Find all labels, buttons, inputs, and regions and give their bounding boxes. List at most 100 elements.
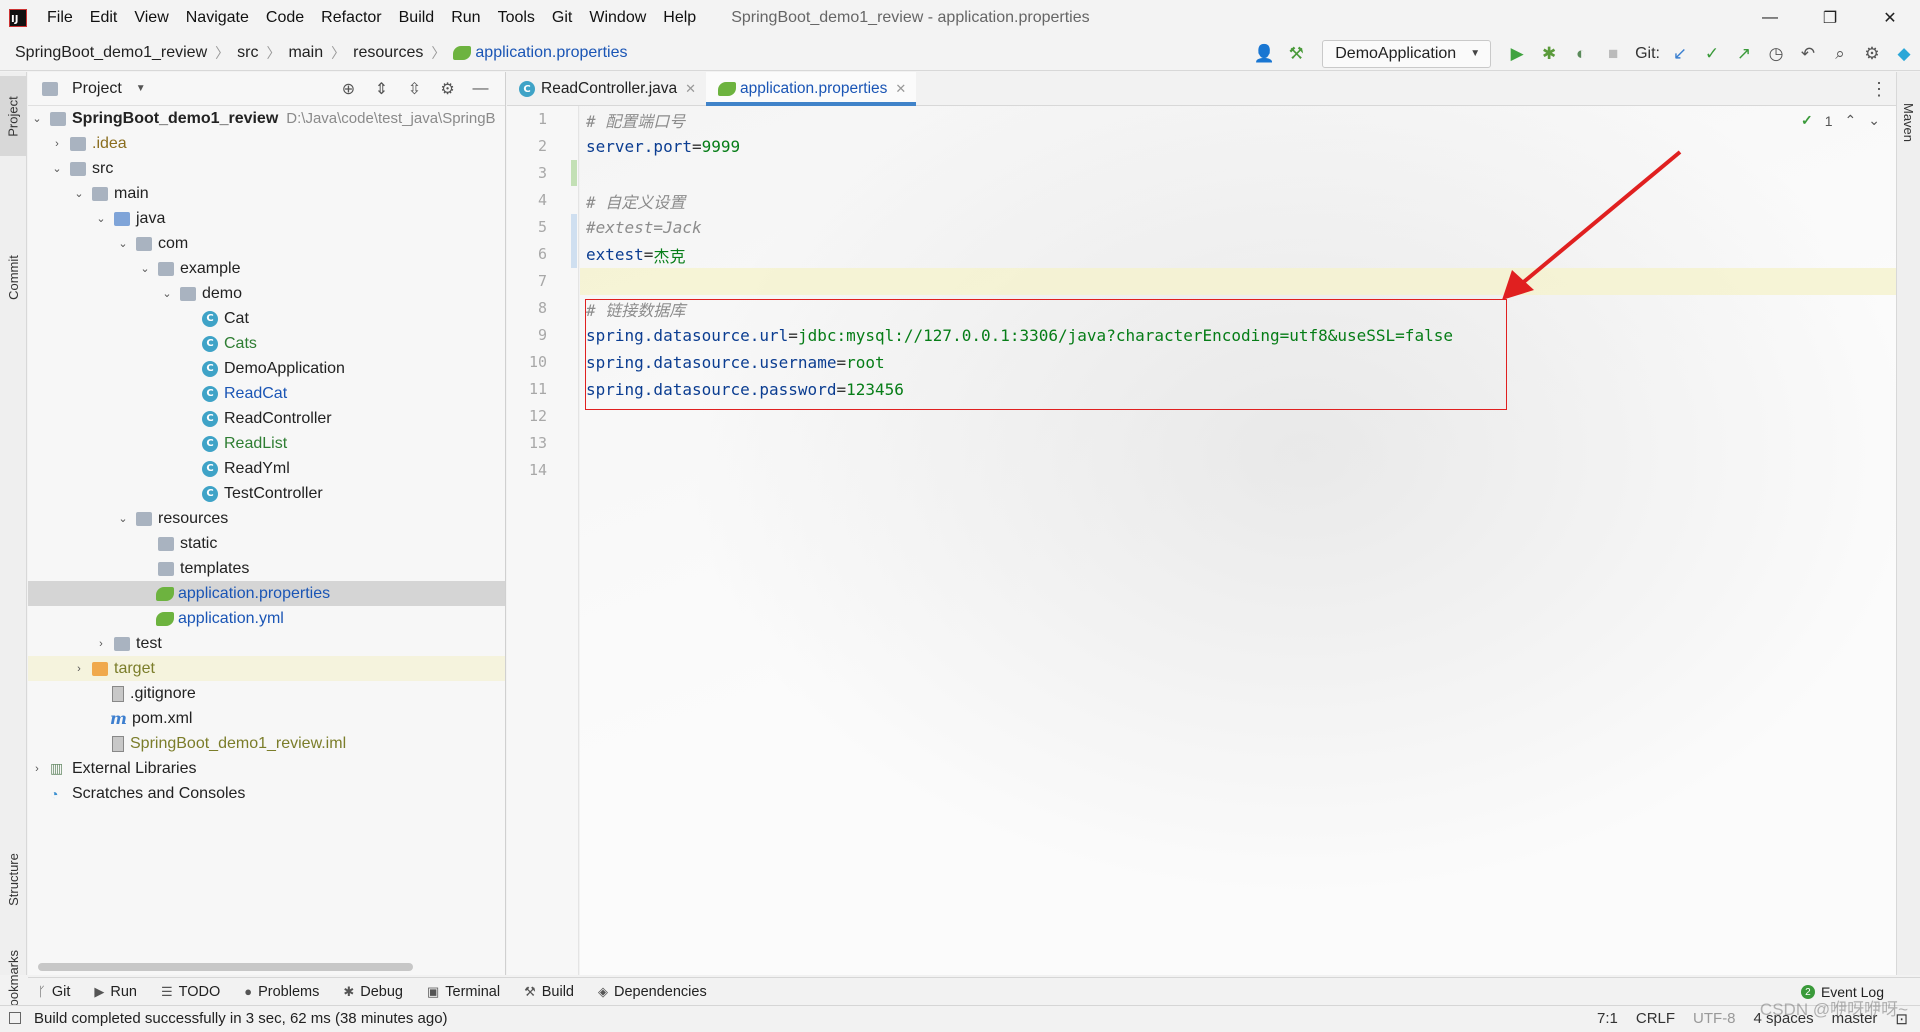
restore-button[interactable]: ❐ (1800, 0, 1860, 36)
menu-navigate[interactable]: Navigate (178, 0, 258, 36)
minimize-button[interactable]: — (1740, 0, 1800, 36)
menu-refactor[interactable]: Refactor (313, 0, 390, 36)
chevron-down-icon[interactable]: ⌄ (1868, 112, 1880, 129)
chevron-down-icon[interactable]: ⌄ (116, 237, 130, 250)
git-update-icon[interactable]: ↙ (1664, 38, 1696, 70)
tool-debug[interactable]: ✱ Debug (343, 984, 403, 1000)
menu-build[interactable]: Build (391, 0, 444, 36)
chevron-down-icon[interactable]: ⌄ (72, 187, 86, 200)
run-configuration-select[interactable]: DemoApplication ▼ (1322, 39, 1492, 68)
tree-node[interactable]: › .idea (28, 131, 505, 156)
menu-view[interactable]: View (126, 0, 177, 36)
tree-node[interactable]: C ReadCat (28, 381, 505, 406)
menu-window[interactable]: Window (581, 0, 655, 36)
toggle-tool-windows-icon[interactable] (9, 1012, 21, 1024)
chevron-right-icon[interactable]: › (50, 138, 64, 150)
close-window-button[interactable]: ✕ (1860, 0, 1920, 36)
tree-node[interactable]: › target (28, 656, 505, 681)
stop-icon[interactable]: ■ (1597, 38, 1629, 70)
code-line-1[interactable]: # 配置端口号 (586, 106, 685, 133)
menu-help[interactable]: Help (655, 0, 705, 36)
menu-git[interactable]: Git (544, 0, 581, 36)
caret-position[interactable]: 7:1 (1597, 1010, 1618, 1027)
code-line-2[interactable]: server.port = 9999 (586, 133, 740, 160)
tool-todo[interactable]: ☰ TODO (161, 984, 220, 1000)
chevron-down-icon[interactable]: ⌄ (160, 287, 174, 300)
tree-node[interactable]: ◔ Scratches and Consoles (28, 781, 505, 806)
tool-terminal[interactable]: ▣ Terminal (427, 984, 500, 1000)
tree-node[interactable]: ⌄ java (28, 206, 505, 231)
chevron-right-icon[interactable]: › (30, 763, 44, 775)
chevron-down-icon[interactable]: ⌄ (94, 212, 108, 225)
horizontal-scrollbar[interactable] (38, 963, 413, 971)
user-icon[interactable]: 👤 (1248, 38, 1280, 70)
project-panel-title[interactable]: Project (72, 80, 122, 98)
rollback-icon[interactable]: ↶ (1792, 38, 1824, 70)
tree-node[interactable]: ⌄ resources (28, 506, 505, 531)
tree-node[interactable]: templates (28, 556, 505, 581)
tree-node[interactable]: › test (28, 631, 505, 656)
locate-target-icon[interactable]: ⊕ (334, 73, 363, 105)
chevron-down-icon[interactable]: ⌄ (116, 512, 130, 525)
code-line-4[interactable]: # 自定义设置 (586, 187, 685, 214)
build-hammer-icon[interactable]: ⚒ (1280, 38, 1312, 70)
code-editor[interactable]: # 配置端口号 server.port = 9999 # 自定义设置 #extest… (580, 106, 1896, 975)
vcs-added-marker[interactable] (571, 160, 577, 186)
tool-build[interactable]: ⚒ Build (524, 984, 574, 1000)
tree-node[interactable]: ⌄ example (28, 256, 505, 281)
tool-run[interactable]: ▶ Run (94, 984, 137, 1000)
tree-node[interactable]: C Cats (28, 331, 505, 356)
tool-dependencies[interactable]: ◈ Dependencies (598, 984, 707, 1000)
settings-gear-icon[interactable]: ⚙ (1856, 38, 1888, 70)
tree-node[interactable]: ⌄ com (28, 231, 505, 256)
menu-run[interactable]: Run (443, 0, 489, 36)
breadcrumb-src[interactable]: src (237, 44, 258, 62)
tree-node[interactable]: .gitignore (28, 681, 505, 706)
debug-bug-icon[interactable]: ✱ (1533, 38, 1565, 70)
coverage-icon[interactable]: ◐ (1565, 38, 1597, 70)
tool-git[interactable]: ᚴ Git (38, 984, 70, 1000)
tree-node-root[interactable]: ⌄ SpringBoot_demo1_review D:\Java\code\t… (28, 106, 505, 131)
tree-node[interactable]: › ▥ External Libraries (28, 756, 505, 781)
close-icon[interactable]: ✕ (895, 81, 906, 97)
breadcrumb-project[interactable]: SpringBoot_demo1_review (15, 44, 207, 62)
code-line-6[interactable]: extest = 杰克 (586, 241, 685, 268)
breadcrumb-main[interactable]: main (288, 44, 323, 62)
tree-node-selected[interactable]: application.properties (28, 581, 505, 606)
tree-node[interactable]: SpringBoot_demo1_review.iml (28, 731, 505, 756)
tree-node[interactable]: C Cat (28, 306, 505, 331)
git-commit-check-icon[interactable]: ✓ (1696, 38, 1728, 70)
vcs-modified-marker[interactable] (571, 214, 577, 268)
chevron-right-icon[interactable]: › (94, 638, 108, 650)
tool-window-structure-tab[interactable]: Structure (0, 832, 27, 927)
chevron-down-icon[interactable]: ▼ (136, 83, 146, 94)
close-icon[interactable]: ✕ (685, 81, 696, 97)
tab-readcontroller[interactable]: C ReadController.java ✕ (507, 72, 706, 106)
tree-node[interactable]: m pom.xml (28, 706, 505, 731)
tool-window-commit-tab[interactable]: Commit (0, 232, 27, 322)
chevron-down-icon[interactable]: ⌄ (50, 162, 64, 175)
tab-application-properties[interactable]: application.properties ✕ (706, 72, 917, 106)
menu-edit[interactable]: Edit (82, 0, 127, 36)
menu-file[interactable]: File (39, 0, 82, 36)
search-icon[interactable]: ⌕ (1824, 38, 1856, 70)
tool-problems[interactable]: ● Problems (244, 984, 319, 1000)
tree-node[interactable]: ⌄ src (28, 156, 505, 181)
more-options-icon[interactable]: ⋮ (1870, 72, 1888, 106)
code-line-5[interactable]: #extest=Jack (586, 214, 702, 241)
tree-node[interactable]: application.yml (28, 606, 505, 631)
breadcrumb-resources[interactable]: resources (353, 44, 423, 62)
line-separator[interactable]: CRLF (1636, 1010, 1675, 1027)
history-clock-icon[interactable]: ◷ (1760, 38, 1792, 70)
chevron-down-icon[interactable]: ⌄ (138, 262, 152, 275)
tree-node[interactable]: static (28, 531, 505, 556)
tree-node[interactable]: C ReadList (28, 431, 505, 456)
git-push-icon[interactable]: ↗ (1728, 38, 1760, 70)
tree-node[interactable]: C ReadYml (28, 456, 505, 481)
tree-node[interactable]: C DemoApplication (28, 356, 505, 381)
run-icon[interactable]: ▶ (1501, 38, 1533, 70)
tool-window-maven-tab[interactable]: Maven (1897, 82, 1920, 162)
expand-all-icon[interactable]: ⇕ (367, 73, 396, 105)
chevron-up-icon[interactable]: ⌃ (1845, 112, 1857, 129)
tree-node[interactable]: C TestController (28, 481, 505, 506)
